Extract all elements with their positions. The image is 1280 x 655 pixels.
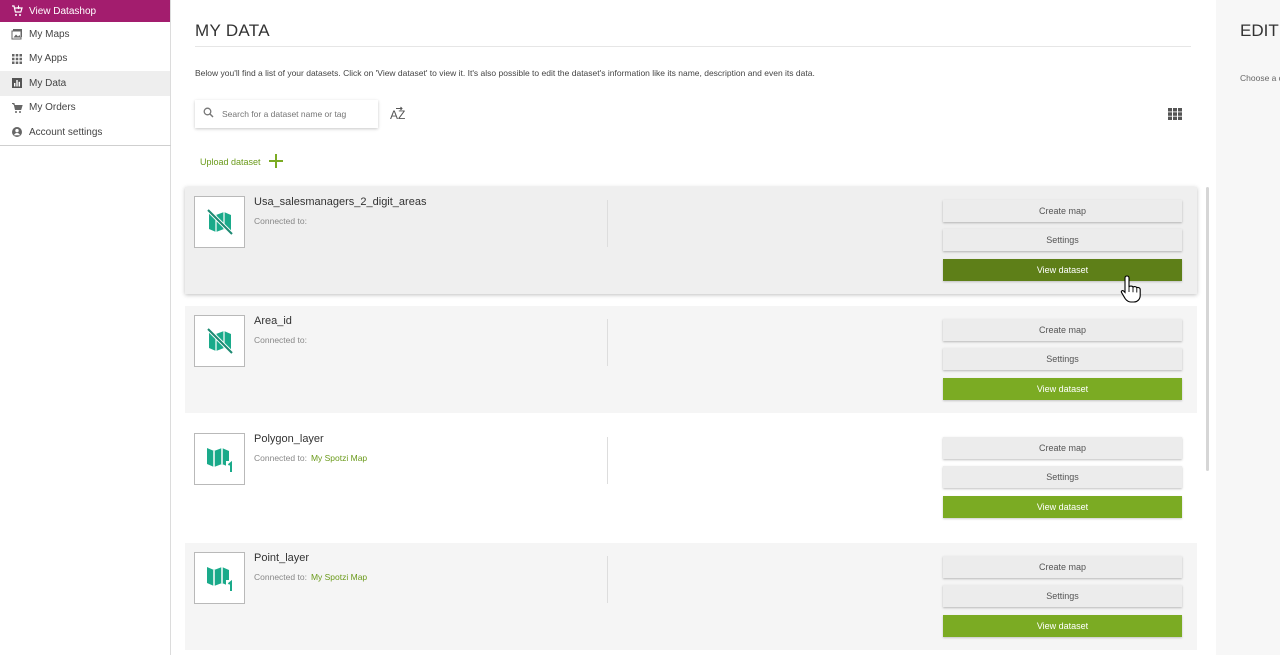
view-dataset-button[interactable]: View dataset <box>943 377 1182 400</box>
dataset-connection: Connected to: My Spotzi Map <box>254 453 367 463</box>
dataset-connection: Connected to: <box>254 335 311 345</box>
sort-az-button[interactable]: AZ <box>389 104 409 124</box>
sort-az-icon: AZ <box>390 106 405 122</box>
search-input[interactable] <box>222 109 357 119</box>
page-title: MY DATA <box>195 21 270 40</box>
sidebar-item-my-apps[interactable]: My Apps <box>0 47 170 72</box>
view-dataset-button[interactable]: View dataset <box>943 614 1182 637</box>
no-map-icon <box>206 208 233 236</box>
create-map-button[interactable]: Create map <box>943 318 1182 341</box>
dataset-thumbnail <box>194 314 245 367</box>
sidebar: View Datashop My Maps My Apps My Data My… <box>0 0 171 655</box>
maps-icon <box>11 28 23 40</box>
sidebar-item-label: My Orders <box>29 102 76 114</box>
create-map-button[interactable]: Create map <box>943 437 1182 459</box>
settings-button[interactable]: Settings <box>943 584 1182 607</box>
sidebar-item-label: View Datashop <box>29 5 97 17</box>
edit-panel-hint: Choose a dataset to edit <box>1240 73 1280 83</box>
connected-label: Connected to: <box>254 453 307 463</box>
sidebar-item-label: My Maps <box>29 28 70 40</box>
dataset-card[interactable]: Usa_salesmanagers_2_digit_areas Connecte… <box>185 187 1197 294</box>
connected-map-link[interactable]: My Spotzi Map <box>311 453 367 463</box>
bar-chart-icon <box>11 77 23 89</box>
dataset-connection: Connected to: <box>254 216 311 226</box>
view-dataset-button[interactable]: View dataset <box>943 259 1182 281</box>
connected-label: Connected to: <box>254 571 307 582</box>
card-divider <box>607 437 608 484</box>
dataset-card[interactable]: Area_id Connected to: Create map Setting… <box>185 305 1197 413</box>
no-map-icon <box>206 327 233 354</box>
dataset-card[interactable]: Polygon_layer Connected to: My Spotzi Map… <box>185 424 1197 531</box>
connected-label: Connected to: <box>254 216 307 226</box>
search-box <box>195 100 378 128</box>
sidebar-item-my-data[interactable]: My Data <box>0 71 170 96</box>
dataset-name: Usa_salesmanagers_2_digit_areas <box>254 196 427 208</box>
intro-text: Below you'll find a list of your dataset… <box>195 68 815 78</box>
scrollbar[interactable] <box>1206 187 1210 655</box>
main-panel: MY DATA Below you'll find a list of your… <box>172 0 1215 655</box>
create-map-button[interactable]: Create map <box>943 555 1182 578</box>
cart-icon <box>11 102 23 114</box>
apps-grid-icon <box>11 53 23 65</box>
dataset-thumbnail <box>194 196 245 248</box>
dataset-thumbnail <box>194 551 245 604</box>
title-divider <box>195 46 1191 47</box>
card-divider <box>607 318 608 366</box>
map-icon <box>206 448 234 472</box>
settings-button[interactable]: Settings <box>943 229 1182 251</box>
view-dataset-button[interactable]: View dataset <box>943 496 1182 518</box>
sidebar-item-label: Account settings <box>29 126 103 138</box>
connected-label: Connected to: <box>254 334 307 345</box>
upload-dataset-button[interactable]: Upload dataset <box>200 154 283 170</box>
edit-panel: EDIT DATASET Choose a dataset to edit <box>1216 0 1280 655</box>
plus-icon <box>268 154 283 170</box>
dataset-name: Polygon_layer <box>254 433 324 445</box>
sidebar-item-view-datashop[interactable]: View Datashop <box>0 0 170 22</box>
sidebar-divider <box>0 144 171 146</box>
search-icon <box>203 105 214 123</box>
create-map-button[interactable]: Create map <box>943 200 1182 222</box>
dataset-card[interactable]: Point_layer Connected to: My Spotzi Map C… <box>185 542 1197 650</box>
dataset-connection: Connected to: My Spotzi Map <box>254 572 367 582</box>
card-divider <box>607 200 608 247</box>
edit-panel-title: EDIT DATASET <box>1240 21 1280 40</box>
grid-view-icon <box>1168 108 1182 121</box>
sidebar-item-my-maps[interactable]: My Maps <box>0 22 170 47</box>
sidebar-item-my-orders[interactable]: My Orders <box>0 96 170 121</box>
card-divider <box>607 555 608 603</box>
dataset-name: Area_id <box>254 314 292 327</box>
upload-dataset-label: Upload dataset <box>200 157 261 167</box>
cart-download-icon <box>11 5 23 17</box>
map-icon <box>206 566 234 591</box>
sidebar-item-label: My Apps <box>29 53 68 65</box>
scrollbar-thumb[interactable] <box>1206 187 1209 471</box>
sidebar-item-label: My Data <box>29 77 67 89</box>
svg-text:AZ: AZ <box>390 108 405 122</box>
sidebar-item-account-settings[interactable]: Account settings <box>0 120 170 145</box>
dataset-list: Usa_salesmanagers_2_digit_areas Connecte… <box>185 187 1197 655</box>
dataset-thumbnail <box>194 433 245 485</box>
dataset-name: Point_layer <box>254 551 310 564</box>
settings-button[interactable]: Settings <box>943 347 1182 370</box>
settings-button[interactable]: Settings <box>943 466 1182 488</box>
connected-map-link[interactable]: My Spotzi Map <box>311 572 367 582</box>
account-icon <box>11 126 23 138</box>
grid-view-button[interactable] <box>1168 107 1182 121</box>
